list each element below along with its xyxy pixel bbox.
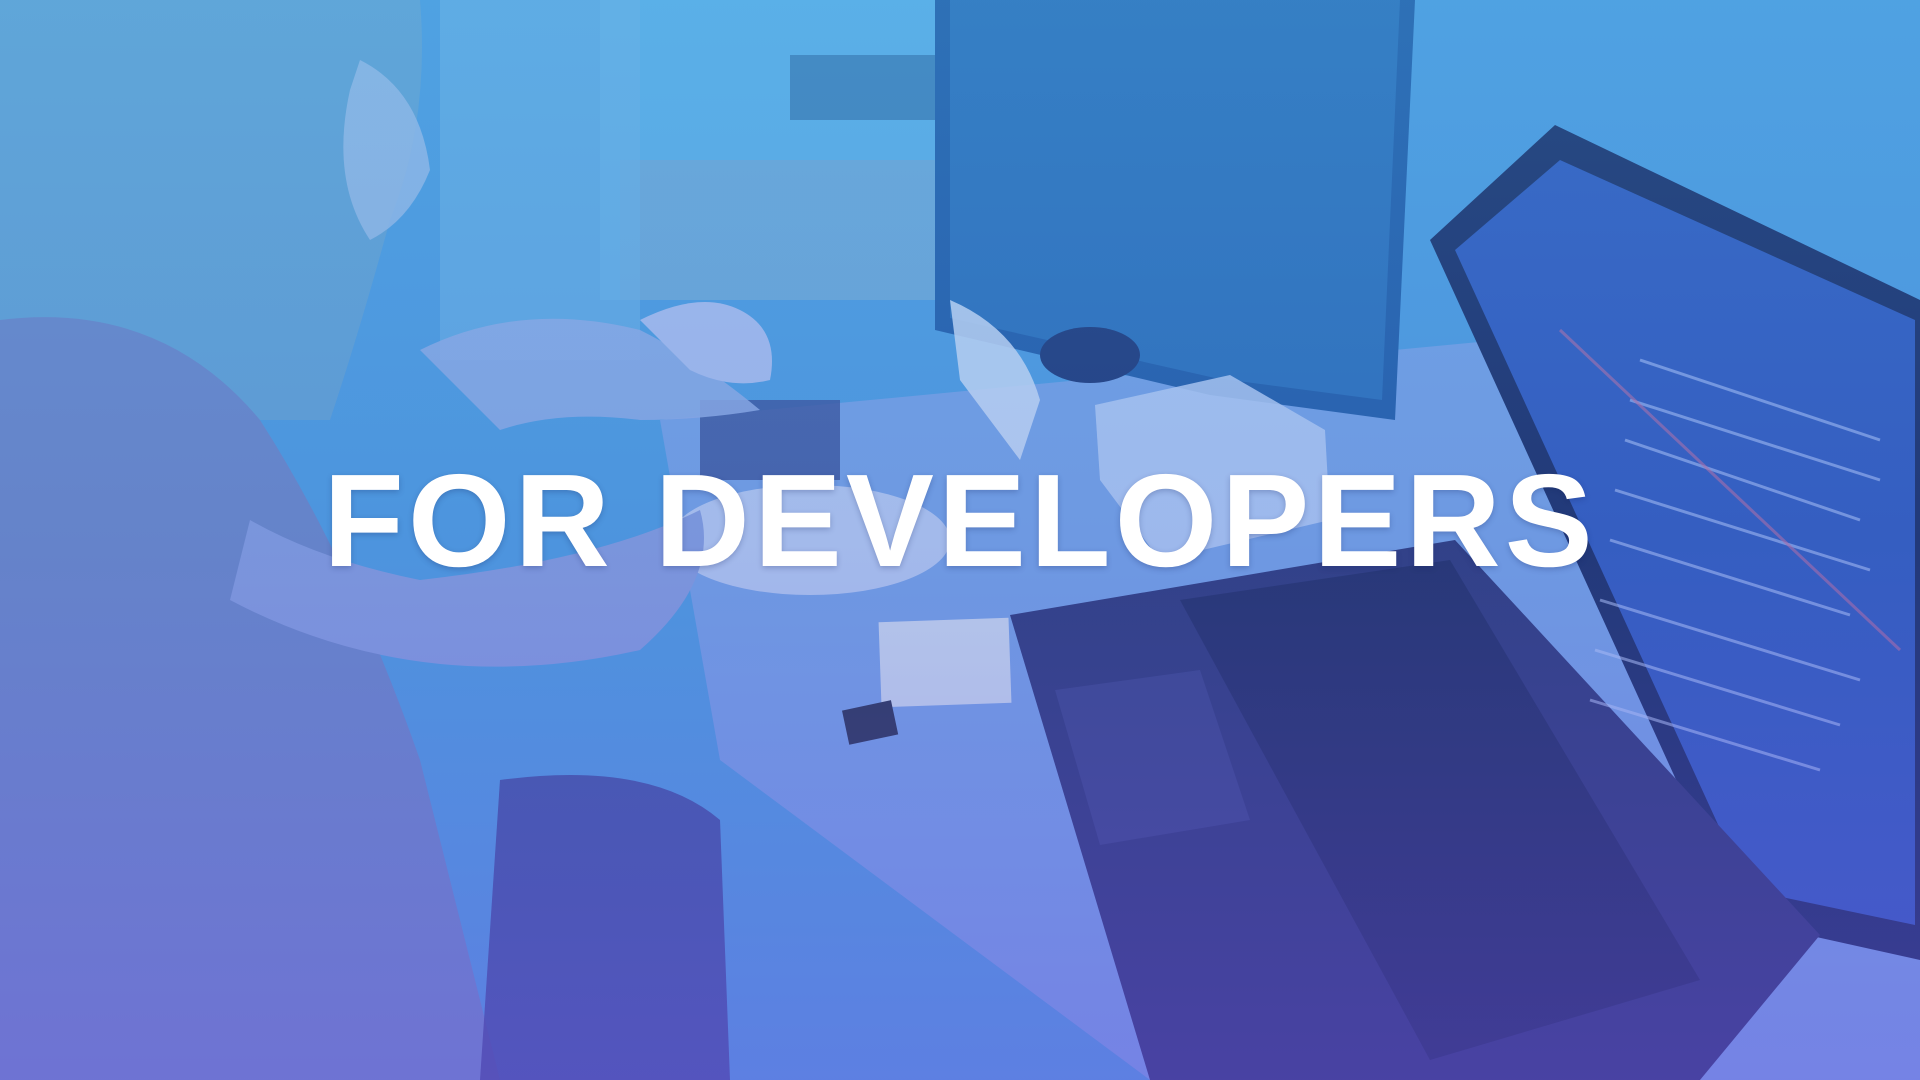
hero-banner: FOR DEVELOPERS	[0, 0, 1920, 1080]
hero-headline: FOR DEVELOPERS	[323, 447, 1597, 594]
